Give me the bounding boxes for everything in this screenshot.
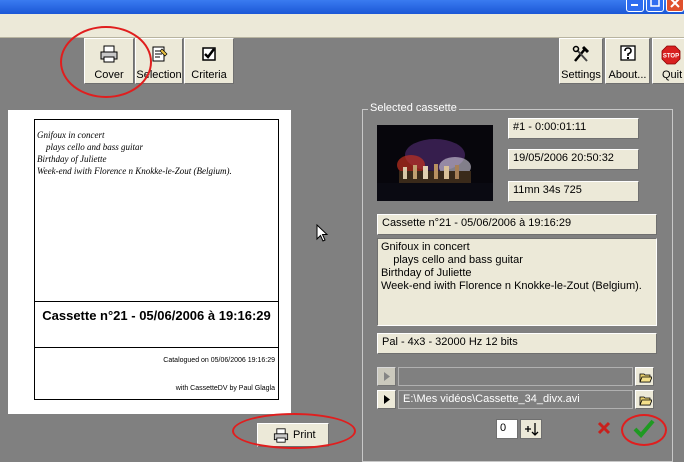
play-button-2[interactable] bbox=[377, 390, 396, 409]
window-titlebar bbox=[0, 0, 684, 14]
selection-edit-icon bbox=[152, 46, 168, 62]
clip-duration-field: 11mn 34s 725 bbox=[508, 181, 639, 202]
close-window-button[interactable] bbox=[666, 0, 684, 12]
description-line: Birthday of Juliette bbox=[381, 267, 472, 279]
cover-line: Gnifoux in concert bbox=[37, 130, 105, 140]
selected-cassette-legend: Selected cassette bbox=[368, 102, 459, 114]
cover-credit-text: with CassetteDV by Paul Glagla bbox=[175, 385, 275, 392]
play-button-1[interactable] bbox=[377, 367, 396, 386]
video-thumbnail bbox=[377, 125, 493, 201]
increment-icon bbox=[525, 423, 539, 436]
annotation-circle-ok bbox=[621, 414, 667, 446]
tools-icon bbox=[572, 45, 590, 62]
annotation-circle-cover bbox=[60, 26, 152, 98]
number-spin-button[interactable] bbox=[520, 419, 542, 439]
cover-line: Birthday of Juliette bbox=[37, 154, 107, 164]
checkbox-icon bbox=[202, 47, 216, 61]
about-label: About... bbox=[608, 69, 647, 81]
maximize-button[interactable] bbox=[646, 0, 664, 12]
clip-datetime-field: 19/05/2006 20:50:32 bbox=[508, 149, 639, 170]
description-line: Gnifoux in concert bbox=[381, 241, 470, 253]
cover-line: Week-end iwith Florence n Knokke-le-Zout… bbox=[37, 166, 232, 176]
path-field-2[interactable]: E:\Mes vidéos\Cassette_34_divx.avi bbox=[398, 390, 633, 409]
play-icon bbox=[384, 395, 390, 404]
cover-divider-bottom bbox=[35, 347, 278, 348]
browse-button-2[interactable] bbox=[635, 390, 654, 409]
maximize-icon bbox=[650, 0, 660, 7]
cover-line: plays cello and bass guitar bbox=[37, 142, 143, 152]
quit-label: Quit bbox=[662, 69, 683, 81]
cassette-description-field[interactable]: Gnifoux in concert plays cello and bass … bbox=[377, 238, 657, 326]
settings-button[interactable]: Settings bbox=[559, 38, 603, 84]
cassette-title-field[interactable]: Cassette n°21 - 05/06/2006 à 19:16:29 bbox=[377, 214, 657, 235]
concert-thumbnail-image bbox=[377, 125, 493, 201]
stop-text: STOP bbox=[663, 54, 679, 60]
help-icon bbox=[619, 45, 636, 61]
cover-title: Cassette n°21 - 05/06/2006 à 19:16:29 bbox=[42, 308, 271, 323]
cover-description: Gnifoux in concert plays cello and bass … bbox=[37, 129, 277, 177]
minimize-icon bbox=[631, 4, 638, 6]
cover-catalogued-text: Catalogued on 05/06/2006 19:16:29 bbox=[163, 357, 275, 364]
browse-button-1[interactable] bbox=[635, 367, 654, 386]
about-button[interactable]: About... bbox=[605, 38, 650, 84]
minimize-button[interactable] bbox=[626, 0, 644, 12]
clip-index-field: #1 - 0:00:01:11 bbox=[508, 118, 639, 139]
play-icon bbox=[384, 372, 390, 381]
criteria-button[interactable]: Criteria bbox=[184, 38, 234, 84]
mouse-cursor-icon bbox=[316, 224, 329, 242]
cancel-icon[interactable] bbox=[597, 421, 611, 435]
quit-button[interactable]: STOP Quit bbox=[652, 38, 684, 84]
description-line: plays cello and bass guitar bbox=[381, 254, 523, 266]
open-folder-icon bbox=[639, 396, 652, 406]
path-field-1[interactable] bbox=[398, 367, 633, 386]
video-format-field: Pal - 4x3 - 32000 Hz 12 bits bbox=[377, 333, 657, 354]
open-folder-icon bbox=[639, 373, 652, 383]
close-icon bbox=[670, 0, 680, 8]
description-line: Week-end iwith Florence n Knokke-le-Zout… bbox=[381, 280, 642, 292]
annotation-circle-print bbox=[232, 413, 356, 449]
number-input[interactable]: 0 bbox=[496, 419, 518, 439]
cover-divider-top bbox=[35, 301, 278, 302]
stop-icon: STOP bbox=[661, 45, 681, 65]
settings-label: Settings bbox=[561, 69, 601, 81]
criteria-label: Criteria bbox=[191, 69, 227, 81]
